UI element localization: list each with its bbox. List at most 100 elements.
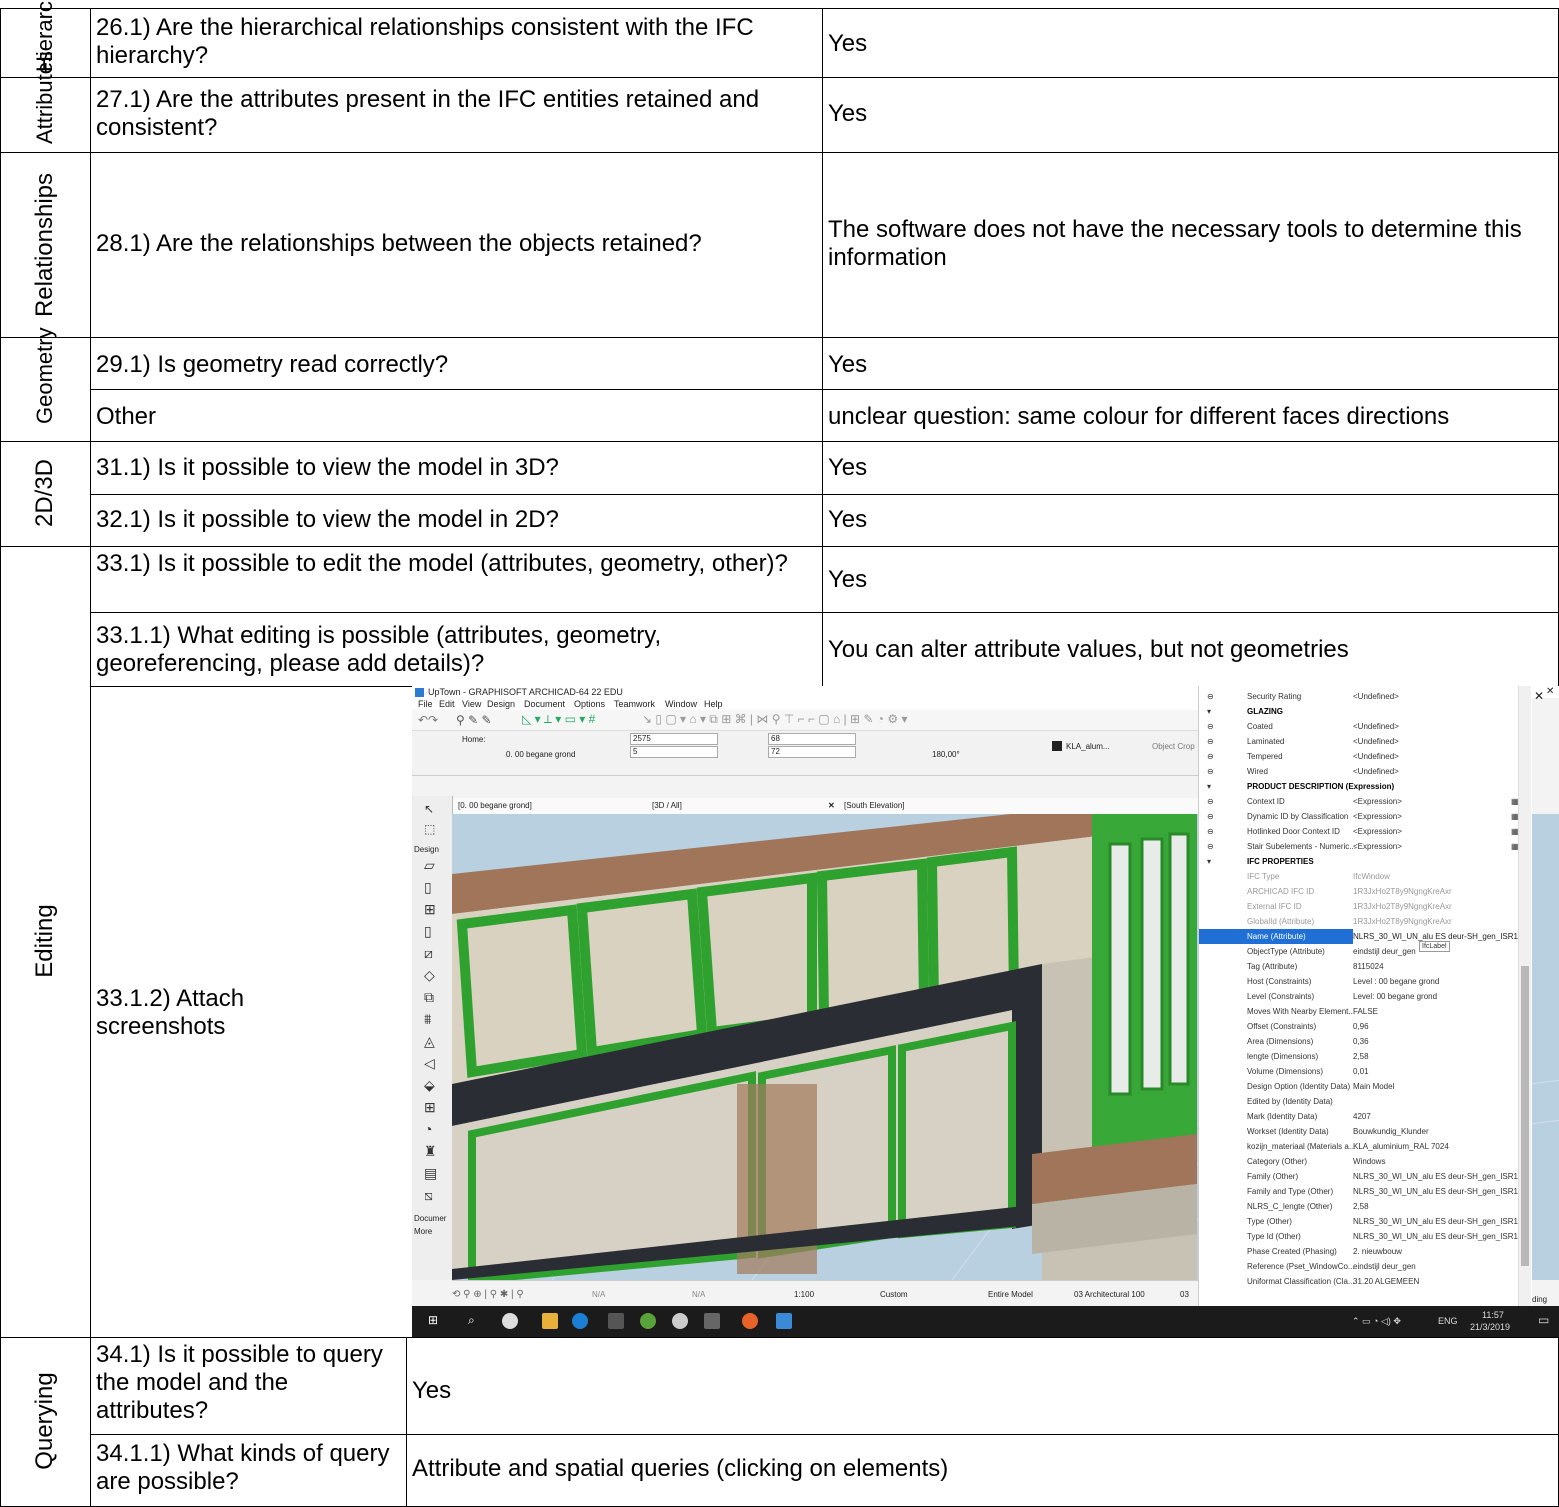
property-row[interactable]: NLRS_C_lengte (Other) 2,58 <box>1199 1199 1519 1214</box>
close-icon[interactable]: ✕ <box>1546 686 1554 698</box>
property-row[interactable]: Phase Created (Phasing) 2. nieuwbouw <box>1199 1244 1519 1259</box>
arrow-tool-icon[interactable]: ↖ <box>424 802 434 816</box>
window-tool-icon[interactable]: ⊞ <box>424 902 436 916</box>
property-group[interactable]: ▾ PRODUCT DESCRIPTION (Expression) <box>1199 779 1519 794</box>
object-tool-icon[interactable]: ◔ <box>424 1122 432 1136</box>
tab-south-elevation[interactable]: [South Elevation] <box>844 800 904 812</box>
property-row[interactable]: Area (Dimensions) 0,36 <box>1199 1034 1519 1049</box>
zone-tool-icon[interactable]: ♜ <box>424 1144 437 1158</box>
material-name[interactable]: KLA_alum... <box>1066 741 1110 753</box>
menu-design[interactable]: Design <box>487 698 515 710</box>
panel-close-icon[interactable]: ✕ <box>1534 690 1544 702</box>
curtain-wall-icon[interactable]: ⊞ <box>424 1100 436 1114</box>
tab-floor-plan[interactable]: [0. 00 begane grond] <box>458 800 532 812</box>
column-tool-icon[interactable]: ▯ <box>424 924 432 938</box>
property-row[interactable]: ⊖ Wired <Undefined> <box>1199 764 1519 779</box>
menu-window[interactable]: Window <box>665 698 697 710</box>
menu-help[interactable]: Help <box>704 698 723 710</box>
notification-icon[interactable]: ▭ <box>1538 1314 1549 1326</box>
property-row[interactable]: Moves With Nearby Element... FALSE <box>1199 1004 1519 1019</box>
nav-icons[interactable]: ⟲ ⚲ ⊕ | ⚲ ✱ | ⚲ <box>452 1289 524 1301</box>
scroll-thumb[interactable] <box>1521 966 1529 1266</box>
property-row[interactable]: ⊖ Laminated <Undefined> <box>1199 734 1519 749</box>
property-group[interactable]: ▾ IFC PROPERTIES <box>1199 854 1519 869</box>
property-row[interactable]: ⊖ Context ID <Expression> ▦ <box>1199 794 1519 809</box>
property-row[interactable]: Family and Type (Other) NLRS_30_WI_UN_alu… <box>1199 1184 1525 1199</box>
property-row[interactable]: Host (Constraints) Level : 00 begane gron… <box>1199 974 1519 989</box>
explorer-icon[interactable] <box>542 1313 558 1329</box>
menu-view[interactable]: View <box>462 698 481 710</box>
property-row[interactable]: Reference (Pset_WindowCo... eindstijl deu… <box>1199 1259 1519 1274</box>
property-row[interactable]: lengte (Dimensions) 2,58 <box>1199 1049 1519 1064</box>
close-tab-icon[interactable]: ✕ <box>828 800 835 812</box>
railing-tool-icon[interactable]: ⩩ <box>424 1012 431 1026</box>
property-row[interactable]: Tag (Attribute) 8115024 <box>1199 959 1519 974</box>
morph-tool-icon[interactable]: ⬙ <box>424 1078 435 1092</box>
more-label[interactable]: More <box>414 1226 432 1238</box>
undo-icon[interactable]: ↶↷ <box>418 714 438 726</box>
property-row[interactable]: Volume (Dimensions) 0,01 <box>1199 1064 1519 1079</box>
property-row[interactable]: Edited by (Identity Data) <box>1199 1094 1519 1109</box>
lamp-tool-icon[interactable]: ⧅ <box>424 1188 433 1202</box>
marquee-tool-icon[interactable]: ⬚ <box>424 822 435 836</box>
tools-icon[interactable]: ⚲ ✎ ✎ <box>456 714 492 726</box>
property-row[interactable]: Uniformat Classification (Cla... 31.20 AL… <box>1199 1274 1519 1289</box>
property-row[interactable]: IFC Type IfcWindow <box>1199 869 1519 884</box>
wall-tool-icon[interactable]: ▱ <box>424 858 435 872</box>
archicad-icon[interactable] <box>776 1313 792 1329</box>
property-row[interactable]: Type (Other) NLRS_30_WI_UN_alu ES deur-SH… <box>1199 1214 1525 1229</box>
custom-value[interactable]: Custom <box>880 1289 908 1301</box>
depth-field[interactable]: 72 <box>768 746 856 758</box>
tab-3d[interactable]: [3D / All] <box>652 800 682 812</box>
menu-edit[interactable]: Edit <box>439 698 455 710</box>
property-row[interactable]: Level (Constraints) Level: 00 begane gron… <box>1199 989 1519 1004</box>
offset-field[interactable]: 5 <box>630 746 718 758</box>
property-row[interactable]: Offset (Constraints) 0,96 <box>1199 1019 1519 1034</box>
menu-document[interactable]: Document <box>524 698 565 710</box>
qgis-icon[interactable] <box>640 1313 656 1329</box>
property-row[interactable]: ⊖ Coated <Undefined> <box>1199 719 1519 734</box>
property-row[interactable]: External IFC ID 1R3JxHo2T8y9NgngKreAxr <box>1199 899 1519 914</box>
view-tools-icon[interactable]: ↘ ▯ ▢ ▾ ⌂ ▾ ⧉ ⊞ ⌘ | ⋈ ⚲ ⊤ ⌐ ⌐ ▢ ⌂ | ⊞ ✎ … <box>642 713 907 725</box>
menu-options[interactable]: Options <box>574 698 605 710</box>
app-icon-3[interactable] <box>608 1313 624 1329</box>
property-row[interactable]: Workset (Identity Data) Bouwkundig_Klunde… <box>1199 1124 1519 1139</box>
app-icon-4[interactable] <box>704 1313 720 1329</box>
property-row[interactable]: Design Option (Identity Data) Main Model <box>1199 1079 1519 1094</box>
property-row[interactable]: Category (Other) Windows <box>1199 1154 1519 1169</box>
shell-tool-icon[interactable]: ◁ <box>424 1056 435 1070</box>
property-row[interactable]: ObjectType (Attribute) eindstijl deur_gen <box>1199 944 1519 959</box>
menu-file[interactable]: File <box>418 698 433 710</box>
property-row[interactable]: Family (Other) NLRS_30_WI_UN_alu ES deur-… <box>1199 1169 1525 1184</box>
property-row[interactable]: Type Id (Other) NLRS_30_WI_UN_alu ES deur… <box>1199 1229 1525 1244</box>
app-icon-2[interactable] <box>572 1313 588 1329</box>
property-row[interactable]: ARCHICAD IFC ID 1R3JxHo2T8y9NgngKreAxr <box>1199 884 1519 899</box>
slab-tool-icon[interactable]: ◇ <box>424 968 435 982</box>
property-row[interactable]: ⊖ Hotlinked Door Context ID <Expression> ▦ <box>1199 824 1519 839</box>
app-icon-1[interactable] <box>502 1313 518 1329</box>
firefox-icon[interactable] <box>742 1313 758 1329</box>
mesh-tool-icon[interactable]: ▤ <box>424 1166 437 1180</box>
property-row[interactable]: Name (Attribute) NLRS_30_WI_UN_alu ES deu… <box>1199 929 1529 944</box>
props-scrollbar[interactable] <box>1518 686 1531 1306</box>
beam-tool-icon[interactable]: ⧄ <box>424 946 433 960</box>
snap-icon[interactable]: ◺ ▾ ⟂ ▾ ▭ ▾ # <box>522 713 595 725</box>
width-field[interactable]: 68 <box>768 733 856 745</box>
property-row[interactable]: Mark (Identity Data) 4207 <box>1199 1109 1519 1124</box>
roof-tool-icon[interactable]: ◬ <box>424 1034 435 1048</box>
stair-tool-icon[interactable]: ⧉ <box>424 990 434 1004</box>
arch-value[interactable]: 03 Architectural 100 <box>1074 1289 1145 1301</box>
property-group[interactable]: ▾ GLAZING <box>1199 704 1519 719</box>
property-row[interactable]: kozijn_materiaal (Materials a... KLA_alum… <box>1199 1139 1519 1154</box>
property-row[interactable]: ⊖ Security Rating <Undefined> <box>1199 689 1519 704</box>
chrome-icon[interactable] <box>672 1313 688 1329</box>
door-tool-icon[interactable]: ▯ <box>424 880 432 894</box>
property-row[interactable]: ⊖ Stair Subelements - Numeric... <Expressi… <box>1199 839 1519 854</box>
scale-value[interactable]: 1:100 <box>794 1289 814 1301</box>
model-value[interactable]: Entire Model <box>988 1289 1033 1301</box>
tray-icons[interactable]: ⌃ ▭ ◔ ◁) ✥ <box>1352 1316 1401 1327</box>
search-icon[interactable]: ⌕ <box>468 1314 475 1326</box>
property-row[interactable]: ⊖ Tempered <Undefined> <box>1199 749 1519 764</box>
property-row[interactable]: GlobalId (Attribute) 1R3JxHo2T8y9NgngKreA… <box>1199 914 1519 929</box>
property-row[interactable]: ⊖ Dynamic ID by Classification <Expression… <box>1199 809 1519 824</box>
